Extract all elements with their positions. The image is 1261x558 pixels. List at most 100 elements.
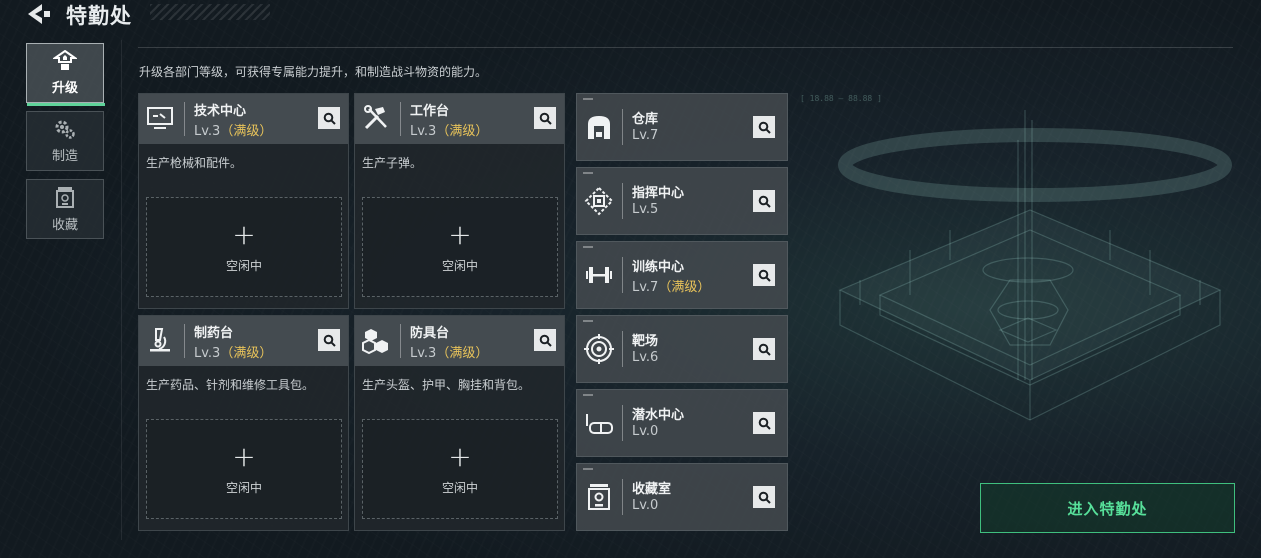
inspect-button[interactable] (753, 116, 775, 138)
tab-upgrade-label: 升级 (51, 81, 78, 96)
workbench-description: 生产头盔、护甲、胸挂和背包。 (362, 378, 531, 392)
active-tab-indicator (27, 103, 105, 106)
tab-upgrade[interactable]: 升级 (26, 43, 105, 106)
slot-status: 空闲中 (441, 258, 478, 273)
inspect-button[interactable] (753, 264, 775, 286)
enter-button-label: 进入特勤处 (1067, 499, 1148, 518)
inspect-button[interactable] (534, 329, 556, 351)
inspect-button[interactable] (753, 190, 775, 212)
upgrade-icon (53, 50, 77, 70)
enter-special-ops-button[interactable]: 进入特勤处 (980, 483, 1235, 533)
level-value: Lv.5 (632, 202, 659, 217)
facility-training-center[interactable]: 训练中心 Lv.7（满级） (576, 241, 788, 309)
card-separator (184, 102, 185, 136)
inspect-button[interactable] (534, 107, 556, 129)
inspect-button[interactable] (753, 486, 775, 508)
slot-status: 空闲中 (225, 258, 262, 273)
workbench-level: Lv.3（满级） (194, 342, 272, 361)
facility-name: 仓库 (632, 112, 659, 127)
tab-manufacture-label: 制造 (51, 149, 78, 164)
workbench-name: 工作台 (410, 104, 450, 119)
inspect-button[interactable] (318, 329, 340, 351)
header: 特勤处 (0, 0, 280, 30)
tools-icon (364, 105, 387, 130)
level-value: Lv.0 (632, 424, 659, 439)
level-value: Lv.3 (194, 346, 221, 361)
tab-collection[interactable]: 收藏 (26, 179, 104, 239)
tab-collection-label: 收藏 (51, 218, 78, 233)
inspect-button[interactable] (753, 412, 775, 434)
inspect-button[interactable] (753, 338, 775, 360)
facility-warehouse[interactable]: 仓库 Lv.7 (576, 93, 788, 161)
search-icon (323, 334, 336, 347)
add-icon: + (448, 217, 472, 251)
card-separator (184, 324, 185, 358)
workbench-name: 防具台 (410, 326, 450, 341)
corner-mark (583, 172, 593, 174)
facility-level: Lv.7 (632, 128, 658, 143)
collection-room-icon (588, 484, 610, 510)
facility-command-center[interactable]: 指挥中心 Lv.5 (576, 167, 788, 235)
production-slot[interactable]: + 空闲中 (362, 419, 558, 519)
facility-separator (622, 405, 623, 441)
corner-mark (583, 98, 593, 100)
production-slot[interactable]: + 空闲中 (146, 419, 342, 519)
search-icon (758, 121, 771, 134)
production-slot[interactable]: + 空闲中 (146, 197, 342, 297)
maxed-badge: （满级） (220, 346, 273, 361)
add-icon: + (232, 439, 256, 473)
level-value: Lv.3 (194, 124, 221, 139)
workbench-card-tech-center: 技术中心 Lv.3（满级） 生产枪械和配件。 + 空闲中 (138, 93, 349, 309)
facility-name: 指挥中心 (632, 186, 685, 201)
card-header: 技术中心 Lv.3（满级） (139, 94, 348, 144)
search-icon (758, 491, 771, 504)
workbench-level: Lv.3（满级） (410, 342, 488, 361)
back-arrow-icon (28, 4, 50, 24)
workbench-description: 生产子弹。 (362, 156, 423, 170)
corner-mark (583, 246, 593, 248)
maxed-badge: （满级） (436, 346, 489, 361)
search-icon (758, 343, 771, 356)
facility-collection-room[interactable]: 收藏室 Lv.0 (576, 463, 788, 531)
page-title: 特勤处 (66, 4, 132, 28)
facility-separator (622, 331, 623, 367)
corner-mark (583, 394, 593, 396)
level-value: Lv.3 (410, 346, 437, 361)
title-decoration (150, 4, 270, 20)
level-value: Lv.7 (632, 128, 659, 143)
slot-status: 空闲中 (225, 480, 262, 495)
corner-mark (583, 468, 593, 470)
monitor-icon (147, 107, 173, 129)
corner-mark (583, 320, 593, 322)
collection-icon (56, 187, 74, 208)
facility-name: 潜水中心 (632, 408, 685, 423)
facility-diving-center[interactable]: 潜水中心 Lv.0 (576, 389, 788, 457)
production-slot[interactable]: + 空闲中 (362, 197, 558, 297)
facility-separator (622, 183, 623, 219)
facility-name: 训练中心 (632, 260, 685, 275)
back-button[interactable] (22, 2, 52, 26)
card-header: 防具台 Lv.3（满级） (355, 316, 564, 366)
target-icon (584, 334, 614, 364)
level-value: Lv.3 (410, 124, 437, 139)
workbench-name: 技术中心 (194, 104, 247, 119)
slot-status: 空闲中 (441, 480, 478, 495)
facility-separator (622, 479, 623, 515)
base-hologram-illustration (838, 110, 1232, 421)
workbench-card-armor: 防具台 Lv.3（满级） 生产头盔、护甲、胸挂和背包。 + 空闲中 (354, 315, 565, 531)
card-separator (400, 324, 401, 358)
facility-name: 靶场 (632, 334, 659, 349)
search-icon (323, 112, 336, 125)
facility-shooting-range[interactable]: 靶场 Lv.6 (576, 315, 788, 383)
facility-level: Lv.5 (632, 202, 658, 217)
microscope-icon (150, 328, 170, 352)
tab-manufacture[interactable]: 制造 (26, 111, 104, 171)
card-header: 制药台 Lv.3（满级） (139, 316, 348, 366)
workbench-card-pharmacy: 制药台 Lv.3（满级） 生产药品、针剂和维修工具包。 + 空闲中 (138, 315, 349, 531)
level-value: Lv.7 (632, 280, 659, 295)
workbench-description: 生产药品、针剂和维修工具包。 (146, 378, 315, 392)
add-icon: + (232, 217, 256, 251)
workbench-level: Lv.3（满级） (410, 120, 488, 139)
workbench-description: 生产枪械和配件。 (146, 156, 243, 170)
inspect-button[interactable] (318, 107, 340, 129)
